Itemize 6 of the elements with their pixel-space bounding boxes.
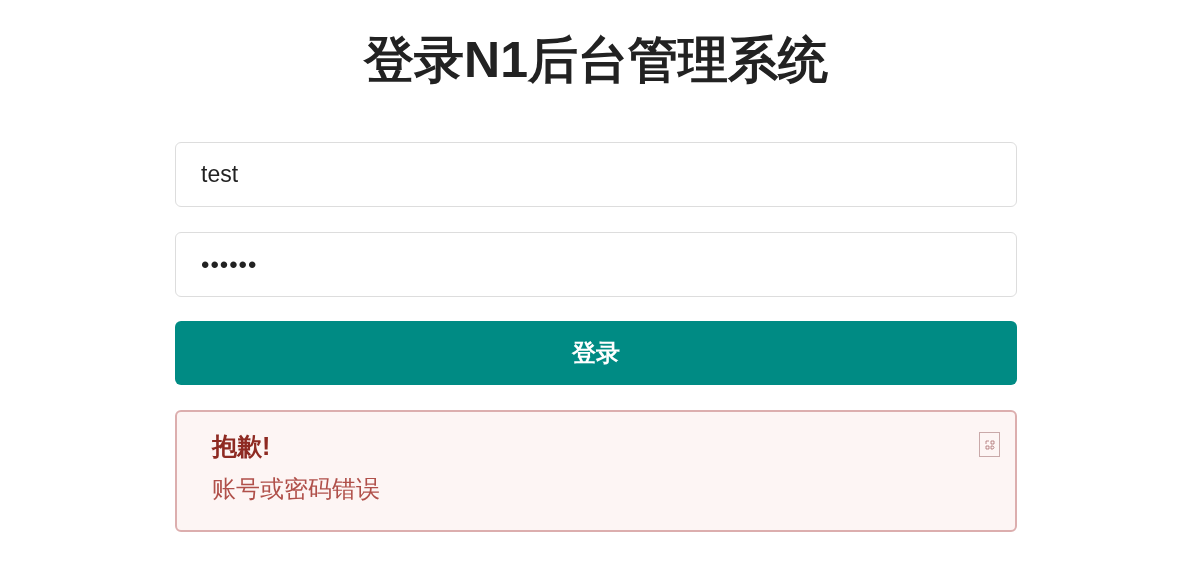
username-field[interactable]: test [175,142,1017,207]
alert-heading: 抱歉! [212,431,272,462]
page-title: 登录N1后台管理系统 [364,31,828,90]
login-button[interactable]: 登录 [175,321,1017,385]
password-field[interactable]: •••••• [175,232,1017,297]
alert-message: 账号或密码错误 [212,474,380,504]
